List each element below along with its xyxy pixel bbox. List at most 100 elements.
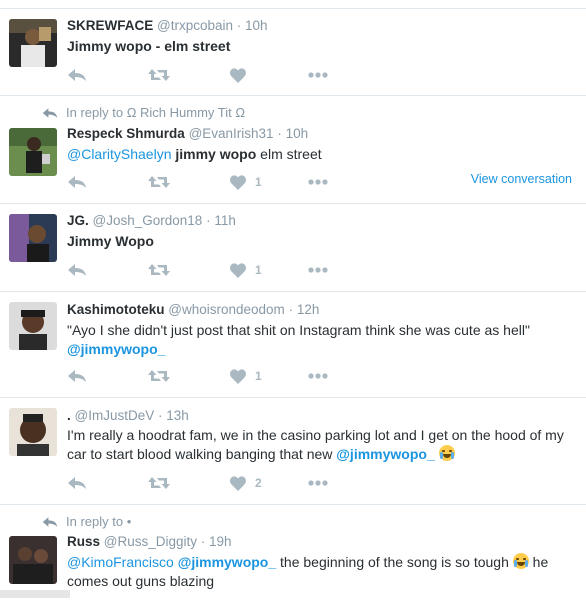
heart-icon xyxy=(230,369,246,384)
like-count: 2 xyxy=(255,476,262,490)
reply-icon xyxy=(42,516,58,528)
like-button[interactable]: 1 xyxy=(230,172,262,192)
mention-link[interactable]: @jimmywopo_ xyxy=(178,554,276,570)
handle[interactable]: @Russ_Diggity xyxy=(104,534,197,549)
tweet-actions: 1 xyxy=(67,260,367,280)
avatar[interactable] xyxy=(9,19,57,67)
tweet-actions: 2 xyxy=(67,473,367,493)
tweet-header: JG. @Josh_Gordon18 · 11h xyxy=(67,213,236,228)
more-button[interactable] xyxy=(308,172,328,192)
more-button[interactable] xyxy=(308,260,328,280)
tweet-header: Russ @Russ_Diggity · 19h xyxy=(67,534,232,549)
tweet-text: @ClarityShaеlyn jimmy wopo elm street xyxy=(67,145,574,164)
tweet-text-content: Jimmy wopo - elm street xyxy=(67,38,231,54)
reply-button[interactable] xyxy=(67,65,87,85)
tweet-actions: 1 xyxy=(67,172,367,192)
display-name[interactable]: Russ xyxy=(67,534,100,549)
tweet-header: Kashimototeku @whoisrondeodom · 12h xyxy=(67,302,319,317)
timestamp[interactable]: 10h xyxy=(245,18,268,33)
more-button[interactable] xyxy=(308,366,328,386)
tweet[interactable]: SKREWFACE @trxpcobain · 10h Jimmy wopo -… xyxy=(0,9,586,96)
like-count: 1 xyxy=(255,369,262,383)
face-with-tears-of-joy-icon xyxy=(512,553,529,569)
display-name[interactable]: Kashimototeku xyxy=(67,302,165,317)
mention-link[interactable]: @KimoFrancisco xyxy=(67,554,174,570)
tweet-header: . @ImJustDeV · 13h xyxy=(67,408,189,423)
retweet-icon xyxy=(148,174,170,190)
tweet-text: Jimmy Wopo xyxy=(67,232,574,251)
separator: · xyxy=(273,126,286,141)
tweet-text: @KimoFrancisco @jimmywopo_ the beginning… xyxy=(67,553,574,591)
reply-context-text[interactable]: In reply to Ω Rich Hummy Tit Ω xyxy=(66,105,245,120)
timestamp[interactable]: 11h xyxy=(214,213,236,228)
mention-link[interactable]: @jimmywopo_ xyxy=(336,446,434,462)
tweet-text: Jimmy wopo - elm street xyxy=(67,37,574,56)
timestamp[interactable]: 10h xyxy=(286,126,309,141)
display-name[interactable]: Respeck Shmurda xyxy=(67,126,185,141)
avatar[interactable] xyxy=(9,536,57,584)
separator: · xyxy=(233,18,246,33)
tweet[interactable]: JG. @Josh_Gordon18 · 11h Jimmy Wopo 1 xyxy=(0,204,586,292)
tweet-text-content: "Ayo I she didn't just post that shit on… xyxy=(67,322,530,338)
like-count: 1 xyxy=(255,263,262,277)
tweet-text-bold: jimmy wopo xyxy=(175,146,257,162)
timestamp[interactable]: 13h xyxy=(166,408,189,423)
separator: · xyxy=(154,408,167,423)
like-button[interactable] xyxy=(230,65,246,85)
retweet-button[interactable] xyxy=(148,172,170,192)
timestamp[interactable]: 12h xyxy=(297,302,320,317)
like-button[interactable]: 2 xyxy=(230,473,262,493)
more-icon xyxy=(308,267,328,273)
retweet-button[interactable] xyxy=(148,473,170,493)
more-icon xyxy=(308,72,328,78)
tweet-text-content: elm street xyxy=(260,146,322,162)
view-conversation-link[interactable]: View conversation xyxy=(471,172,572,186)
reply-icon xyxy=(67,68,87,82)
reply-context[interactable]: In reply to • xyxy=(42,514,131,529)
handle[interactable]: @Josh_Gordon18 xyxy=(93,213,203,228)
reply-context[interactable]: In reply to Ω Rich Hummy Tit Ω xyxy=(42,105,245,120)
tweet-header: Respeck Shmurda @EvanIrish31 · 10h xyxy=(67,126,308,141)
retweet-button[interactable] xyxy=(148,65,170,85)
reply-context-text[interactable]: In reply to • xyxy=(66,514,131,529)
handle[interactable]: @trxpcobain xyxy=(157,18,233,33)
display-name[interactable]: JG. xyxy=(67,213,89,228)
tweet[interactable]: In reply to • Russ @Russ_Diggity · 19h @… xyxy=(0,505,586,605)
reply-button[interactable] xyxy=(67,473,87,493)
tweet[interactable]: In reply to Ω Rich Hummy Tit Ω Respeck S… xyxy=(0,96,586,204)
tweet[interactable]: . @ImJustDeV · 13h I'm really a hoodrat … xyxy=(0,398,586,505)
more-button[interactable] xyxy=(308,65,328,85)
handle[interactable]: @whoisrondeodom xyxy=(168,302,285,317)
timestamp[interactable]: 19h xyxy=(209,534,232,549)
retweet-button[interactable] xyxy=(148,366,170,386)
reply-icon xyxy=(67,263,87,277)
reply-button[interactable] xyxy=(67,366,87,386)
handle[interactable]: @EvanIrish31 xyxy=(189,126,274,141)
tweet-text: "Ayo I she didn't just post that shit on… xyxy=(67,321,574,359)
scroll-remnant xyxy=(0,590,70,598)
avatar[interactable] xyxy=(9,408,57,456)
retweet-button[interactable] xyxy=(148,260,170,280)
more-icon xyxy=(308,373,328,379)
tweet-text-content: Jimmy Wopo xyxy=(67,233,154,249)
more-icon xyxy=(308,179,328,185)
display-name[interactable]: . xyxy=(67,408,71,423)
mention-link[interactable]: @ClarityShaеlyn xyxy=(67,146,171,162)
reply-button[interactable] xyxy=(67,260,87,280)
mention-link[interactable]: @jimmywopo_ xyxy=(67,341,165,357)
like-button[interactable]: 1 xyxy=(230,260,262,280)
reply-button[interactable] xyxy=(67,172,87,192)
tweet-actions xyxy=(67,65,367,85)
avatar[interactable] xyxy=(9,302,57,350)
display-name[interactable]: SKREWFACE xyxy=(67,18,153,33)
handle[interactable]: @ImJustDeV xyxy=(75,408,155,423)
more-button[interactable] xyxy=(308,473,328,493)
avatar[interactable] xyxy=(9,214,57,262)
tweet[interactable]: Kashimototeku @whoisrondeodom · 12h "Ayo… xyxy=(0,292,586,398)
avatar[interactable] xyxy=(9,128,57,176)
separator: · xyxy=(197,534,210,549)
like-button[interactable]: 1 xyxy=(230,366,262,386)
separator: · xyxy=(284,302,297,317)
heart-icon xyxy=(230,263,246,278)
tweet-header: SKREWFACE @trxpcobain · 10h xyxy=(67,18,268,33)
